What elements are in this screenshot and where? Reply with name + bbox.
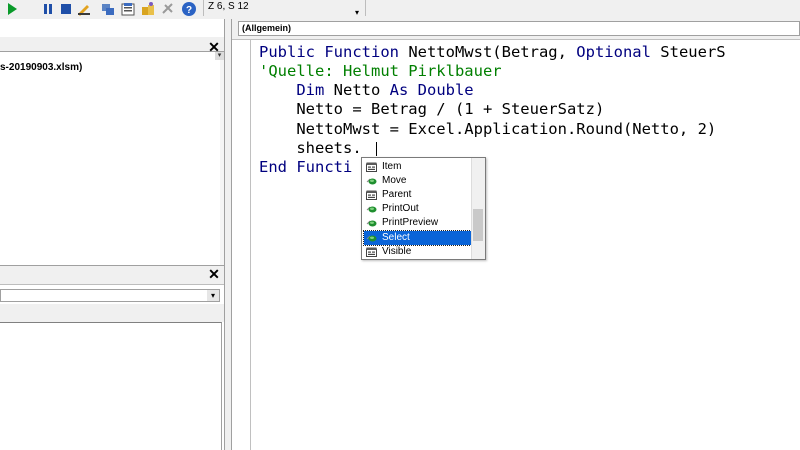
list-item-label: PrintOut <box>382 203 419 214</box>
properties-grid[interactable] <box>0 322 222 450</box>
code-line-5[interactable]: NettoMwst = Excel.Application.Round(Nett… <box>259 120 716 139</box>
toolbar-options-chevron-icon[interactable]: ▾ <box>355 8 365 18</box>
help-icon[interactable]: ? <box>181 1 197 17</box>
svg-text:?: ? <box>186 5 192 16</box>
list-item-label: PrintPreview <box>382 217 439 228</box>
text-caret <box>376 142 377 156</box>
list-item-label: Move <box>382 175 407 186</box>
code-token: NettoMwst = Excel.Application.Round(Nett… <box>259 120 717 138</box>
list-item[interactable]: PrintOut <box>364 202 471 216</box>
property-icon <box>366 162 377 172</box>
properties-tab-strip <box>0 304 224 322</box>
method-icon <box>366 218 377 228</box>
pane-splitter[interactable] <box>224 19 232 450</box>
run-icon[interactable] <box>4 1 20 17</box>
list-item[interactable]: Visible <box>364 245 471 259</box>
method-icon <box>366 233 377 243</box>
list-item-label: Visible <box>382 246 412 257</box>
standard-toolbar: ? Z 6, S 12 ▾ <box>0 0 800 20</box>
code-token: NettoMwst(Betrag, <box>408 43 577 61</box>
code-line-2[interactable]: 'Quelle: Helmut Pirklbauer <box>259 62 502 81</box>
method-icon <box>366 204 377 214</box>
keyword-token: End Functi <box>259 158 353 176</box>
list-item-label: Select <box>382 232 410 243</box>
list-item[interactable]: PrintPreview <box>364 216 471 230</box>
properties-object-select[interactable] <box>0 289 220 302</box>
keyword-token: Dim <box>259 81 325 99</box>
list-item[interactable]: Move <box>364 174 471 188</box>
reset-icon[interactable] <box>58 1 74 17</box>
properties-close-icon[interactable]: ✕ <box>207 267 221 281</box>
code-line-6[interactable]: sheets. <box>259 139 362 158</box>
code-token: SteuerS <box>650 43 726 61</box>
method-icon <box>366 176 377 186</box>
property-icon <box>366 190 377 200</box>
properties-titlebar <box>0 265 224 285</box>
project-explorer-scroll-arrow-icon[interactable]: ▾ <box>215 52 224 60</box>
comment-token: 'Quelle: Helmut Pirklbauer <box>259 62 502 80</box>
chevron-down-icon[interactable]: ▾ <box>207 290 219 301</box>
project-explorer-pane <box>0 19 224 267</box>
code-line-3[interactable]: Dim Netto As Double <box>259 81 474 100</box>
code-line-1[interactable]: Public Function NettoMwst(Betrag, Option… <box>259 43 726 62</box>
list-item-label: Parent <box>382 189 412 200</box>
keyword-token: Public Function <box>259 43 409 61</box>
list-item[interactable]: Item <box>364 160 471 174</box>
project-explorer-icon[interactable] <box>100 1 116 17</box>
cursor-position-indicator: Z 6, S 12 <box>203 0 366 16</box>
intellisense-member-list[interactable]: Item Move Parent PrintOut PrintPreview S… <box>361 157 486 260</box>
property-icon <box>366 247 377 257</box>
keyword-token: As Double <box>389 81 474 99</box>
toolbox-icon[interactable] <box>160 1 176 17</box>
intellisense-scroll-thumb[interactable] <box>473 209 483 241</box>
code-token: Netto <box>324 81 390 99</box>
design-mode-icon[interactable] <box>76 1 92 17</box>
list-item-label: Item <box>382 161 402 172</box>
code-line-7[interactable]: End Functi <box>259 158 352 177</box>
code-line-4[interactable]: Netto = Betrag / (1 + SteuerSatz) <box>259 100 604 119</box>
code-margin-indicator-bar <box>238 40 251 450</box>
code-token: Netto = Betrag / (1 + SteuerSatz) <box>259 100 605 118</box>
list-item[interactable]: Select <box>363 230 472 246</box>
properties-icon[interactable] <box>120 1 136 17</box>
object-select[interactable]: (Allgemein) <box>238 21 800 36</box>
code-token: sheets. <box>259 139 362 157</box>
object-browser-icon[interactable] <box>140 1 156 17</box>
project-tree-item[interactable]: s-20190903.xlsm) <box>0 62 224 76</box>
project-explorer-titlebar <box>0 37 224 52</box>
keyword-token: Optional <box>576 43 651 61</box>
list-item[interactable]: Parent <box>364 188 471 202</box>
break-icon[interactable] <box>40 1 56 17</box>
